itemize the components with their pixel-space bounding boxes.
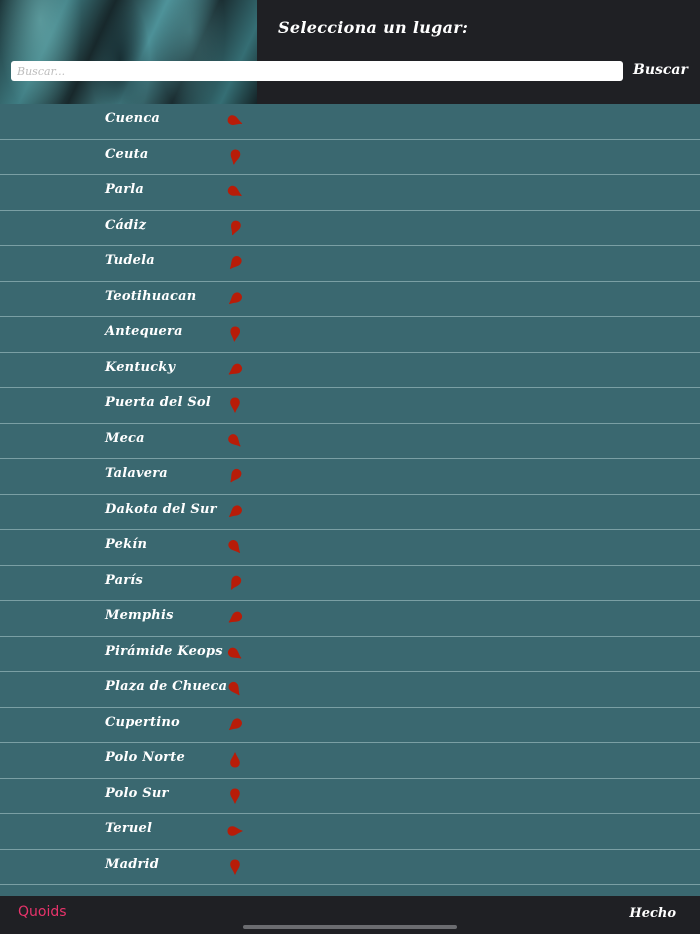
list-item-label: Tudela [105,253,155,268]
map-pin-icon [228,611,243,623]
list-item[interactable]: Madrid [0,850,700,885]
places-list[interactable]: Cuenca Ceuta Parla Cádiz Tudela Teotihuacan An… [0,104,700,896]
page-title: Selecciona un lugar: [278,18,469,37]
list-item[interactable]: Memphis [0,601,700,637]
done-button[interactable]: Hecho [629,906,676,921]
list-item-label: Polo Norte [105,750,185,765]
map-pin-icon [228,681,240,696]
list-item-label: Meca [105,430,145,446]
list-item[interactable]: Talavera [0,459,700,495]
list-item[interactable]: Parla [0,175,700,211]
list-item[interactable]: Teruel [0,814,700,850]
list-item-label: Polo Sur [105,785,169,801]
map-pin-icon [228,717,242,730]
list-item-label: Cuenca [105,111,161,126]
list-item[interactable]: Teotihuacan [0,282,700,317]
list-item[interactable]: Dakota del Sur [0,495,700,530]
list-item[interactable]: Cupertino [0,708,700,743]
quoids-link[interactable]: Quoids [18,904,67,920]
list-item-label: Memphis [105,608,174,623]
bottom-toolbar: Quoids Hecho [0,896,700,934]
list-item-label: Antequera [105,324,183,339]
list-item[interactable]: Meca [0,424,700,459]
list-item[interactable]: Ceuta [0,140,700,175]
list-item-label: Teruel [105,821,153,836]
map-pin-icon [229,256,242,270]
list-item-label: Pirámide Keops [105,643,223,659]
home-indicator [243,925,457,929]
list-item[interactable]: Cuenca [0,104,700,140]
place-picker-screen: Selecciona un lugar: Buscar Cuenca Ceuta P… [0,0,700,934]
map-pin-icon [230,859,240,874]
map-pin-icon [230,326,241,342]
list-item-label: Puerta del Sol [105,395,211,410]
list-item[interactable]: Pirámide Keops [0,637,700,672]
map-pin-icon [227,826,243,836]
list-item-label: Pekín [105,537,148,552]
list-item-label: París [105,572,143,588]
list-item[interactable]: Kentucky [0,353,700,388]
map-pin-icon [227,647,242,659]
list-item-label: Talavera [105,466,168,481]
map-pin-icon [228,504,242,517]
list-item-label: Kentucky [105,359,176,375]
search-input[interactable] [11,61,623,81]
map-pin-icon [230,575,242,590]
list-item-label: Dakota del Sur [105,501,217,517]
map-pin-icon [227,115,243,125]
list-item-label: Cádiz [105,217,147,233]
list-item[interactable]: Polo Sur [0,779,700,814]
map-pin-icon [230,752,240,768]
list-item[interactable]: Tudela [0,246,700,282]
header-background-image [0,0,257,104]
list-item-label: Cupertino [105,714,180,730]
list-item[interactable]: Plaza de Chueca [0,672,700,708]
list-item[interactable]: Puerta del Sol [0,388,700,424]
map-pin-icon [228,433,241,447]
map-pin-icon [228,540,241,554]
list-item-label: Teotihuacan [105,288,197,304]
list-item[interactable]: Pekín [0,530,700,566]
list-item[interactable]: Antequera [0,317,700,353]
list-item[interactable]: París [0,566,700,601]
map-pin-icon [228,363,243,375]
map-pin-icon [230,397,240,413]
map-pin-icon [230,788,240,803]
list-item[interactable]: Polo Norte [0,743,700,779]
list-item-label: Ceuta [105,146,149,162]
list-item-label: Parla [105,182,145,197]
list-item[interactable]: Cádiz [0,211,700,246]
map-pin-icon [230,149,241,164]
search-button[interactable]: Buscar [633,62,688,78]
list-item-label: Madrid [105,856,159,872]
list-item-label: Plaza de Chueca [105,679,228,694]
map-pin-icon [231,220,241,235]
map-pin-icon [227,185,242,197]
map-pin-icon [230,468,242,483]
map-pin-icon [228,291,242,304]
header: Selecciona un lugar: Buscar [0,0,700,104]
